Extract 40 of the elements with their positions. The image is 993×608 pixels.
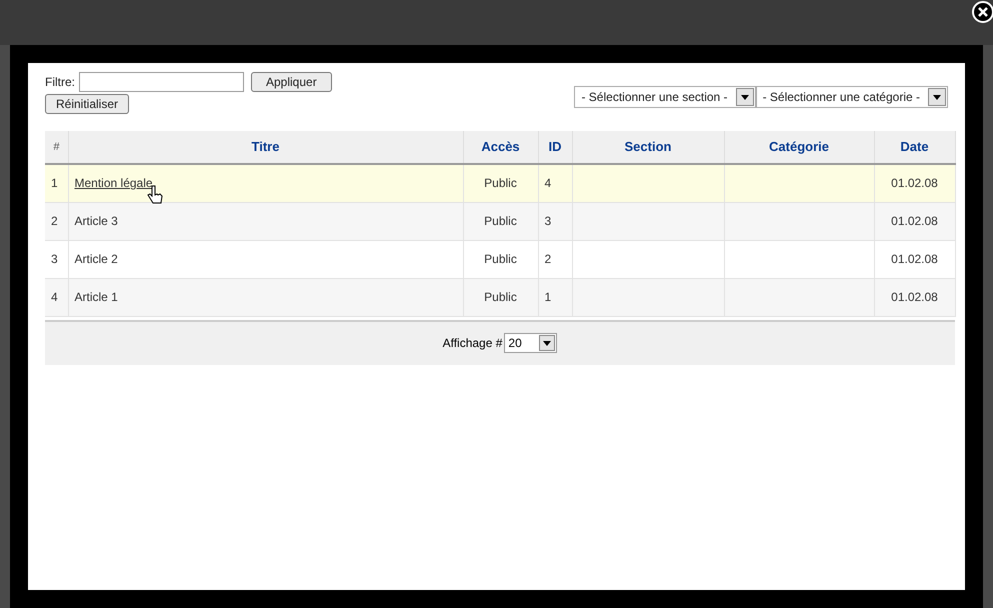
article-title-link[interactable]: Article 3	[74, 214, 118, 228]
column-header: #	[45, 131, 68, 164]
filter-input[interactable]	[79, 72, 244, 92]
article-title-link[interactable]: Article 1	[74, 290, 118, 304]
table-cell: Public	[463, 202, 538, 240]
table-row[interactable]: 2 Article 3 Public 3 01.02.08	[45, 202, 955, 240]
column-header[interactable]: Accès	[463, 131, 538, 164]
article-title-link[interactable]: Article 2	[74, 252, 118, 266]
filter-label: Filtre:	[45, 74, 75, 91]
article-title-link[interactable]: Mention légale	[74, 176, 153, 190]
column-header[interactable]: Date	[874, 131, 955, 164]
table-cell: 4	[45, 278, 68, 316]
table-cell: 3	[538, 202, 572, 240]
table-cell: 1	[45, 164, 68, 202]
table-cell: 2	[45, 202, 68, 240]
table-cell: 2	[538, 240, 572, 278]
table-row[interactable]: 4 Article 1 Public 1 01.02.08	[45, 278, 955, 316]
table-cell: Public	[463, 164, 538, 202]
reset-button[interactable]: Réinitialiser	[45, 94, 130, 114]
column-header[interactable]: Section	[572, 131, 724, 164]
table-row[interactable]: 3 Article 2 Public 2 01.02.08	[45, 240, 955, 278]
close-icon	[978, 7, 988, 17]
table-cell: 01.02.08	[874, 240, 955, 278]
table-cell: 01.02.08	[874, 202, 955, 240]
table-cell: 1	[538, 278, 572, 316]
table-row[interactable]: 1 Mention légale Public 4 01.02.08	[45, 164, 955, 202]
table-cell: 4	[538, 164, 572, 202]
dropdown-select[interactable]: - Sélectionner une catégorie -	[756, 86, 948, 108]
column-header[interactable]: ID	[538, 131, 572, 164]
dropdown-select[interactable]: - Sélectionner une section -	[574, 86, 756, 108]
column-header[interactable]: Catégorie	[724, 131, 874, 164]
table-cell: 3	[45, 240, 68, 278]
apply-button[interactable]: Appliquer	[251, 72, 332, 92]
table-cell: Public	[463, 240, 538, 278]
pagination-label: Affichage #	[442, 335, 502, 352]
table-cell: 01.02.08	[874, 278, 955, 316]
table-cell: Public	[463, 278, 538, 316]
page-size-select[interactable]: 20	[504, 333, 558, 353]
column-header[interactable]: Titre	[68, 131, 463, 164]
table-cell: 01.02.08	[874, 164, 955, 202]
